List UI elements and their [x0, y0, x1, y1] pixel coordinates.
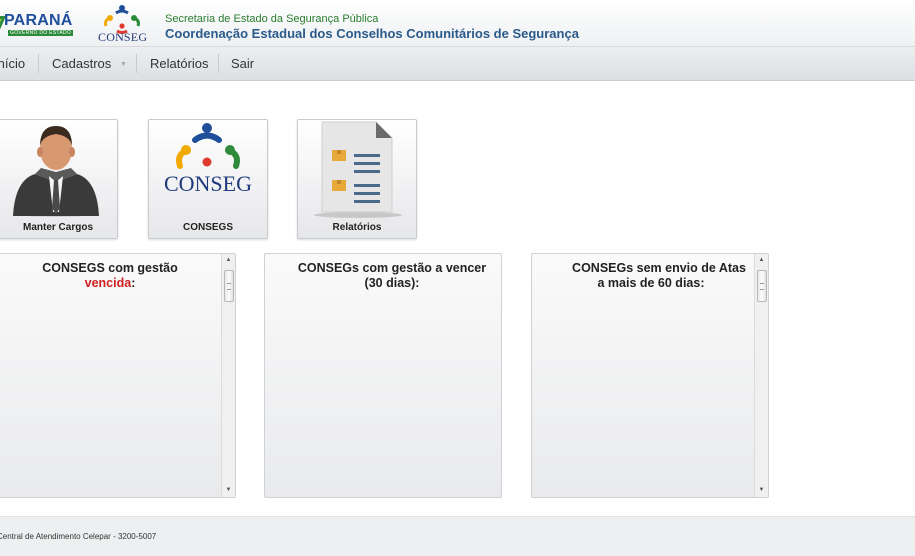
conseg-header-logo-text: CONSEG — [98, 30, 148, 44]
panel-title-line: (30 dias): — [364, 276, 420, 290]
page-footer: Central de Atendimento Celepar - 3200-50… — [0, 516, 915, 556]
header-secretariat: Secretaria de Estado da Segurança Públic… — [165, 13, 379, 25]
panel-title-suffix: : — [131, 276, 136, 290]
parana-brand-text: PARANÁ — [4, 12, 73, 29]
conseg-logo-icon — [176, 123, 240, 169]
scroll-up-arrow-icon[interactable]: ▲ — [222, 254, 235, 267]
scroll-down-arrow-icon[interactable]: ▼ — [222, 484, 235, 497]
scrollbar-thumb[interactable] — [757, 270, 767, 302]
panel-title-line: vencida: — [0, 276, 221, 291]
panel-title: CONSEGs com gestão a vencer (30 dias): — [265, 261, 519, 291]
panel-title-line: a mais de 60 dias: — [597, 276, 705, 290]
menu-item-sair[interactable]: Sair — [231, 56, 254, 71]
report-document-icon — [314, 121, 402, 218]
menu-separator — [136, 54, 137, 73]
menu-item-inicio[interactable]: Início — [0, 56, 25, 71]
panel-consegs-sem-envio-atas: CONSEGs sem envio de Atas a mais de 60 d… — [531, 253, 769, 498]
page-header: PARANÁ GOVERNO DO ESTADO CONSEG Secretar… — [0, 0, 915, 47]
menu-item-cadastros[interactable]: Cadastros — [52, 56, 111, 71]
tile-consegs[interactable]: CONSEG CONSEGS — [148, 119, 268, 239]
parana-brand-sub: GOVERNO DO ESTADO — [8, 30, 74, 36]
footer-contact: Central de Atendimento Celepar - 3200-50… — [0, 532, 157, 541]
menu-separator — [218, 54, 219, 73]
panel-title-highlight: vencida — [84, 276, 132, 290]
panel-title: CONSEGs sem envio de Atas a mais de 60 d… — [532, 261, 786, 291]
panel-consegs-gestao-a-vencer: CONSEGs com gestão a vencer (30 dias): — [264, 253, 502, 498]
scroll-up-arrow-icon[interactable]: ▲ — [755, 254, 768, 267]
tile-label: Manter Cargos — [22, 222, 93, 233]
scroll-down-arrow-icon[interactable]: ▼ — [755, 484, 768, 497]
panel-title: CONSEGS com gestão vencida: — [0, 261, 221, 291]
tile-label: CONSEGS — [182, 222, 233, 233]
businessman-icon — [13, 126, 99, 217]
conseg-header-logo: CONSEG — [96, 4, 148, 44]
scrollbar-thumb[interactable] — [224, 270, 234, 302]
panel-title-line: CONSEGs com gestão a vencer — [297, 261, 487, 275]
chevron-down-icon: ▼ — [120, 61, 127, 68]
tile-relatorios[interactable]: Relatórios — [297, 119, 417, 239]
menu-separator — [38, 54, 39, 73]
vertical-scrollbar[interactable]: ▲ ▼ — [754, 254, 768, 497]
main-menu-bar: Início Cadastros ▼ Relatórios Sair — [0, 47, 915, 81]
menu-item-relatorios[interactable]: Relatórios — [150, 56, 209, 71]
vertical-scrollbar[interactable]: ▲ ▼ — [221, 254, 235, 497]
panel-consegs-gestao-vencida: CONSEGS com gestão vencida: ▲ ▼ — [0, 253, 236, 498]
panel-title-line: CONSEGS com gestão — [42, 261, 178, 275]
header-coordination: Coordenação Estadual dos Conselhos Comun… — [165, 26, 579, 41]
tile-manter-cargos[interactable]: Manter Cargos — [0, 119, 118, 239]
parana-logo: PARANÁ GOVERNO DO ESTADO — [0, 10, 84, 38]
conseg-logo-text: CONSEG — [163, 171, 252, 196]
panel-title-line: CONSEGs sem envio de Atas — [572, 261, 746, 275]
tile-label: Relatórios — [332, 222, 382, 233]
